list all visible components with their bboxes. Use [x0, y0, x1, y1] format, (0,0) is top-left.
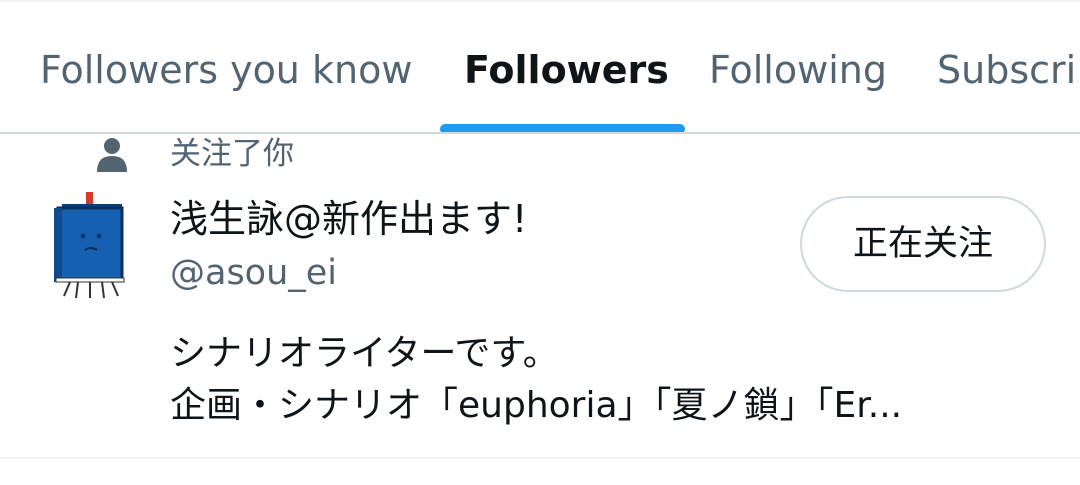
- tab-subscriptions[interactable]: Subscri: [937, 2, 1076, 132]
- profile-tabs: Followers you know Followers Following S…: [0, 2, 1080, 132]
- avatar[interactable]: [52, 186, 128, 300]
- following-button[interactable]: 正在关注: [800, 196, 1046, 292]
- follows-you-label: 关注了你: [170, 136, 294, 172]
- bio-line: 企画・シナリオ「euphoria」「夏ノ鎖」「Er...: [170, 385, 903, 426]
- tabs-divider: [0, 132, 1080, 134]
- user-handle[interactable]: @asou_ei: [170, 250, 337, 296]
- bio-line: シナリオライターです。: [170, 333, 559, 374]
- display-name[interactable]: 浅生詠@新作出ます!: [170, 194, 527, 244]
- tab-followers[interactable]: Followers: [464, 2, 669, 132]
- tab-following[interactable]: Following: [709, 2, 887, 132]
- tab-followers-you-know[interactable]: Followers you know: [40, 2, 412, 132]
- person-icon: [97, 138, 127, 172]
- user-bio: シナリオライターです。 企画・シナリオ「euphoria」「夏ノ鎖」「Er...: [170, 328, 1050, 432]
- row-divider: [0, 457, 1080, 459]
